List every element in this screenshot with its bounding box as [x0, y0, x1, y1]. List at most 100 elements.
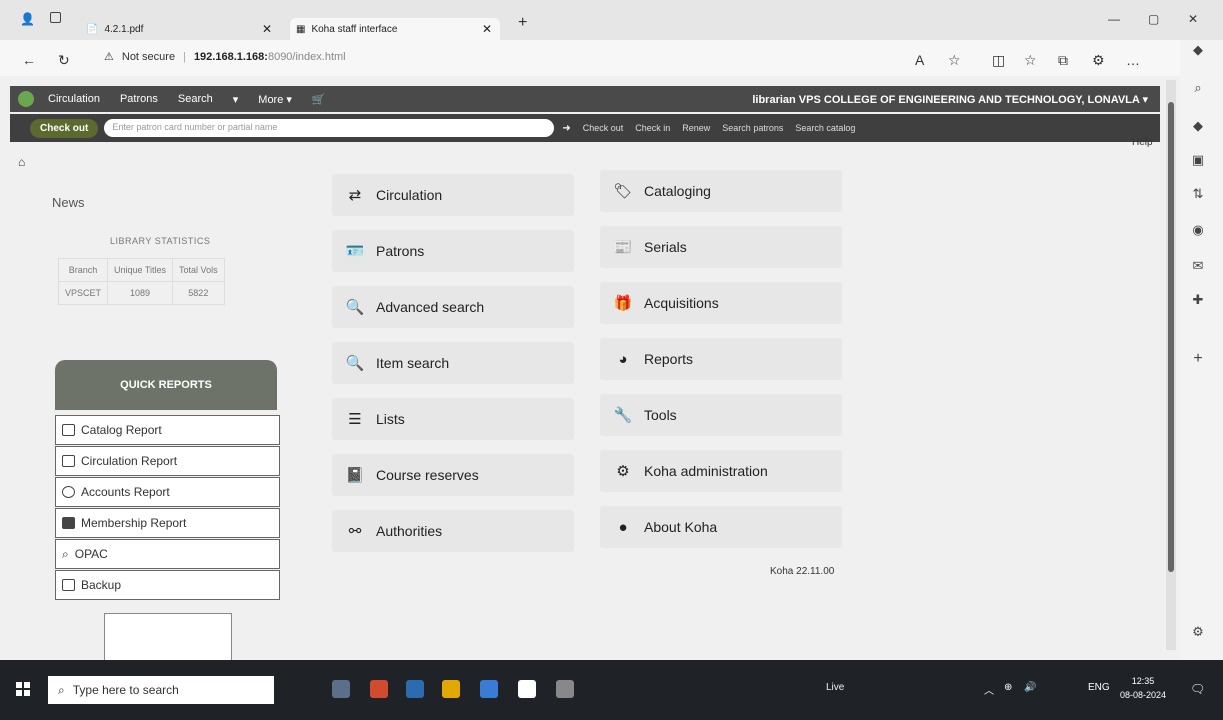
home-icon[interactable]: ⌂ — [18, 155, 25, 169]
quick-search-patrons-link[interactable]: Search patrons — [722, 123, 783, 133]
sidebar-add-icon[interactable]: + — [1190, 350, 1206, 368]
tab-actions-icon[interactable] — [50, 12, 61, 26]
quick-checkout-link[interactable]: Check out — [583, 123, 624, 133]
tile-patrons[interactable]: 🪪 Patrons — [332, 230, 574, 272]
tile-course-reserves[interactable]: 📓 Course reserves — [332, 454, 574, 496]
close-tab-icon[interactable]: ✕ — [262, 22, 272, 36]
page-scrollbar[interactable] — [1166, 80, 1176, 650]
circulation-report-icon — [62, 455, 75, 467]
collections-icon[interactable]: ⧉ — [1058, 52, 1068, 69]
quick-checkin-link[interactable]: Check in — [635, 123, 670, 133]
sidebar-search-icon[interactable]: ⌕ — [1190, 80, 1206, 96]
language-indicator[interactable]: ENG — [1088, 682, 1110, 693]
tray-volume-icon[interactable]: 🔊 — [1024, 682, 1036, 693]
sidebar-translate-icon[interactable]: ⇅ — [1190, 186, 1206, 202]
tile-item-search[interactable]: 🔍 Item search — [332, 342, 574, 384]
taskbar-clock[interactable]: 12:35 08-08-2024 — [1120, 674, 1166, 702]
tab-pdf[interactable]: 📄 4.2.1.pdf ✕ — [80, 18, 280, 40]
tile-reports[interactable]: ◕ Reports — [600, 338, 842, 380]
nav-dropdown-icon[interactable]: ▾ — [223, 93, 249, 106]
opac-link[interactable]: ⌕ OPAC — [55, 539, 280, 569]
gears-icon: ⚙ — [616, 463, 630, 480]
membership-report-link[interactable]: Membership Report — [55, 508, 280, 538]
nav-search[interactable]: Search — [168, 93, 223, 105]
tile-lists[interactable]: ☰ Lists — [332, 398, 574, 440]
close-tab-icon[interactable]: ✕ — [482, 22, 492, 36]
tile-circulation[interactable]: ⇄ Circulation — [332, 174, 574, 216]
close-window-icon[interactable]: ✕ — [1188, 12, 1198, 26]
tile-authorities[interactable]: ⚯ Authorities — [332, 510, 574, 552]
restore-icon[interactable]: ▢ — [1148, 12, 1159, 26]
cart-icon[interactable]: 🛒 — [302, 93, 336, 106]
word-app-icon[interactable] — [518, 680, 536, 698]
sidebar-shopping-icon[interactable]: ▣ — [1190, 152, 1206, 168]
tab-koha[interactable]: ▦ Koha staff interface ✕ — [290, 18, 500, 40]
catalog-report-link[interactable]: Catalog Report — [55, 415, 280, 445]
sidebar-tag-icon[interactable]: ◆ — [1190, 118, 1206, 134]
quick-renew-link[interactable]: Renew — [682, 123, 710, 133]
koha-leaf-icon: ● — [618, 518, 628, 536]
tile-acquisitions[interactable]: 🎁 Acquisitions — [600, 282, 842, 324]
pdf-icon: 📄 — [86, 23, 99, 35]
library-user-menu[interactable]: librarian VPS COLLEGE OF ENGINEERING AND… — [752, 93, 1148, 106]
sidebar-settings-icon[interactable]: ⚙ — [1190, 624, 1206, 640]
chrome-app-icon[interactable] — [442, 680, 460, 698]
copilot-icon[interactable]: ◆ — [1190, 42, 1206, 58]
tray-chevron-icon[interactable]: ︿ — [984, 682, 994, 697]
favorites-bar-icon[interactable]: ☆ — [1024, 52, 1037, 69]
patron-search-input[interactable]: Enter patron card number or partial name — [104, 119, 555, 137]
list-icon: ☰ — [348, 411, 362, 428]
url-field[interactable]: ⚠ Not secure | 192.168.1.168:8090/index.… — [104, 50, 346, 64]
nav-circulation[interactable]: Circulation — [38, 93, 110, 105]
gift-icon: 🎁 — [613, 295, 633, 312]
table-header: Total Vols — [172, 258, 225, 282]
sidebar-outlook-icon[interactable]: ✉ — [1190, 258, 1206, 274]
windows-start-icon[interactable] — [16, 682, 30, 696]
notification-icon[interactable]: 🗨 — [1190, 682, 1205, 696]
edge-app-icon[interactable] — [370, 680, 388, 698]
explorer-app-icon[interactable] — [406, 680, 424, 698]
nav-more[interactable]: More ▾ — [248, 93, 302, 106]
tile-koha-administration[interactable]: ⚙ Koha administration — [600, 450, 842, 492]
favorite-icon[interactable]: ☆ — [948, 52, 961, 69]
nav-patrons[interactable]: Patrons — [110, 93, 168, 105]
extensions-icon[interactable]: ⚙ — [1092, 52, 1105, 69]
newspaper-icon: 📰 — [613, 239, 633, 256]
more-icon[interactable]: … — [1126, 52, 1140, 68]
koha-search-bar: Check out Enter patron card number or pa… — [10, 114, 1160, 142]
taskbar-search-input[interactable]: ⌕ Type here to search — [48, 676, 274, 704]
scrollbar-thumb[interactable] — [1168, 102, 1174, 572]
read-aloud-icon[interactable]: A — [915, 52, 924, 68]
split-screen-icon[interactable]: ◫ — [992, 52, 1005, 69]
submit-arrow-icon[interactable]: ➜ — [562, 123, 570, 134]
minimize-icon[interactable]: — — [1108, 12, 1120, 26]
refresh-icon[interactable]: ↻ — [58, 52, 70, 69]
weather-widget[interactable]: Live — [826, 682, 844, 693]
tile-cataloging[interactable]: 🏷 Cataloging — [600, 170, 842, 212]
library-statistics-table: Branch Unique Titles Total Vols VPSCET 1… — [57, 258, 225, 305]
tile-advanced-search[interactable]: 🔍 Advanced search — [332, 286, 574, 328]
opac-search-icon: ⌕ — [62, 546, 69, 561]
circulation-report-link[interactable]: Circulation Report — [55, 446, 280, 476]
new-tab-button[interactable]: + — [518, 14, 527, 32]
sidebar-games-icon[interactable]: ◉ — [1190, 222, 1206, 238]
tile-tools[interactable]: 🔧 Tools — [600, 394, 842, 436]
search-icon: 🔍 — [345, 355, 365, 372]
tile-about-koha[interactable]: ● About Koha — [600, 506, 842, 548]
tile-serials[interactable]: 📰 Serials — [600, 226, 842, 268]
accounts-icon — [62, 486, 75, 498]
help-link[interactable]: Help — [1132, 137, 1153, 148]
task-view-icon[interactable] — [332, 680, 350, 698]
quick-search-catalog-link[interactable]: Search catalog — [795, 123, 855, 133]
checkout-tab-button[interactable]: Check out — [30, 118, 99, 138]
photos-app-icon[interactable] — [556, 680, 574, 698]
store-app-icon[interactable] — [480, 680, 498, 698]
profile-icon[interactable]: 👤 — [20, 12, 35, 26]
backup-link[interactable]: Backup — [55, 570, 280, 600]
sidebar-tools-icon[interactable]: ✚ — [1190, 292, 1206, 308]
back-icon[interactable]: ← — [22, 52, 36, 68]
tray-network-icon[interactable]: ⊕ — [1004, 682, 1012, 693]
accounts-report-link[interactable]: Accounts Report — [55, 477, 280, 507]
table-header: Unique Titles — [107, 258, 174, 282]
table-row: VPSCET 1089 5822 — [57, 281, 225, 305]
